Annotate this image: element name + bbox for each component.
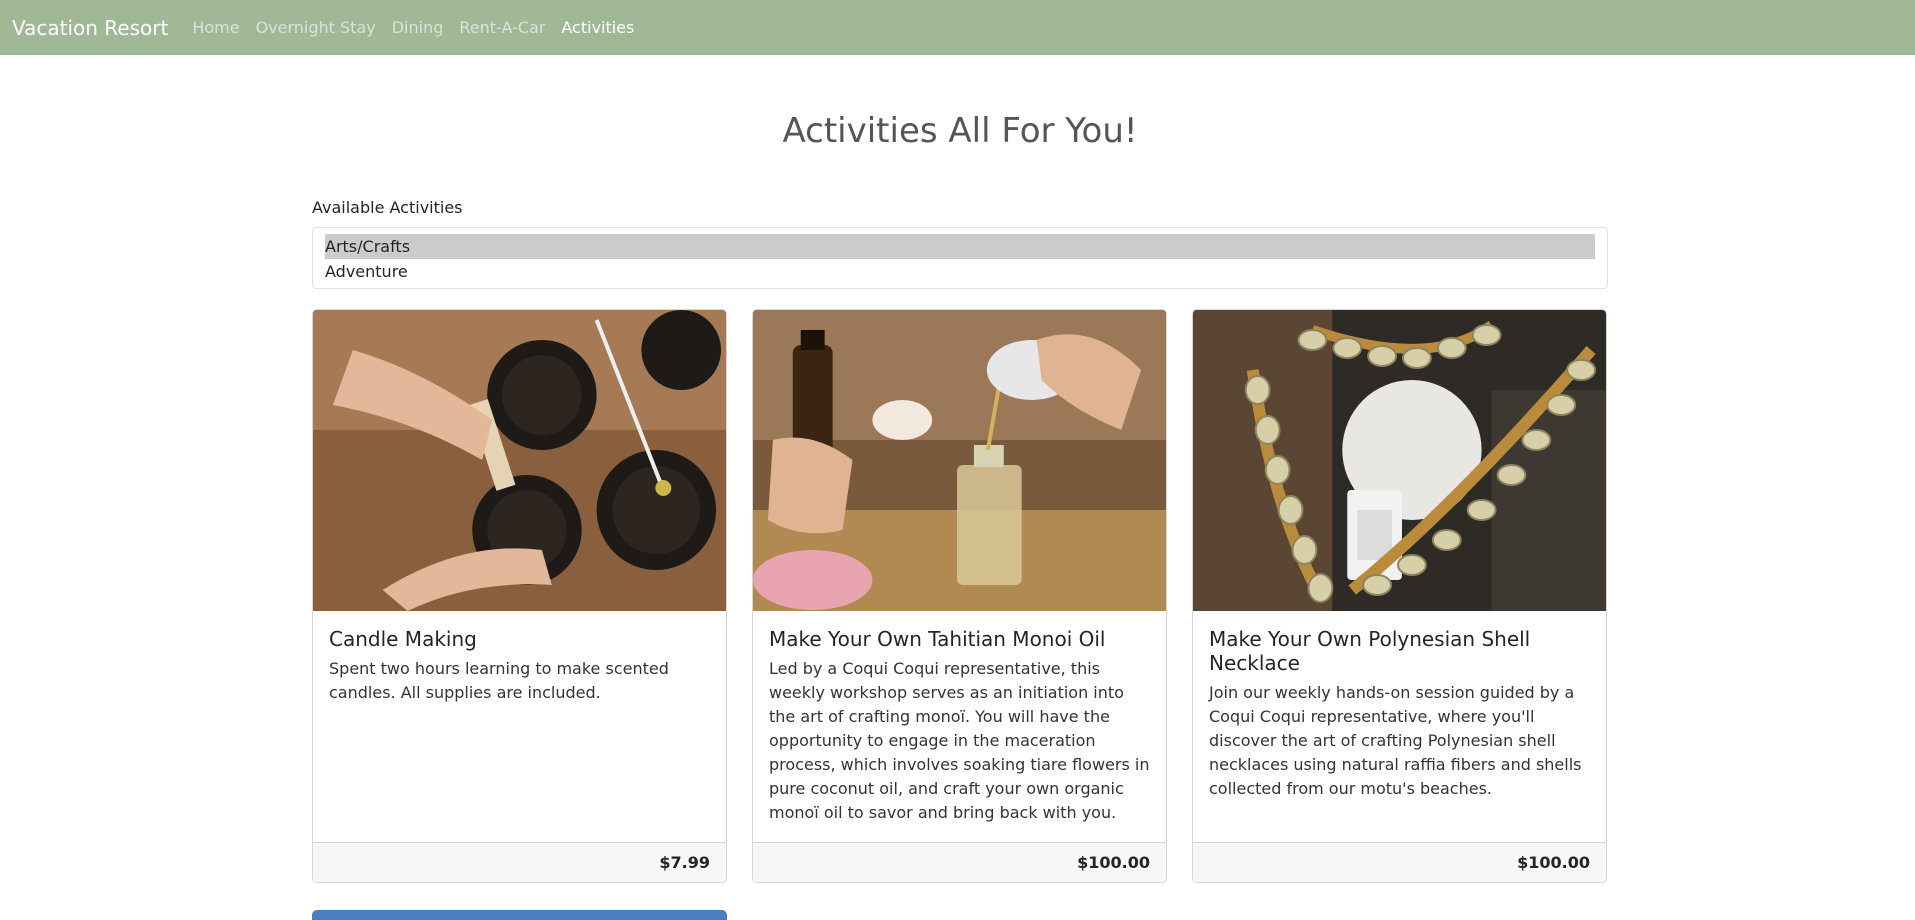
card-body: Make Your Own Polynesian Shell Necklace … <box>1193 611 1606 817</box>
activity-card[interactable]: Make Your Own Tahitian Monoi Oil Led by … <box>752 309 1167 883</box>
select-option-adventure[interactable]: Adventure <box>325 259 1595 284</box>
nav-link-activities[interactable]: Activities <box>561 18 634 37</box>
card-price: $7.99 <box>313 842 726 882</box>
candle-making-image <box>313 310 726 611</box>
brand-link[interactable]: Vacation Resort <box>12 16 168 40</box>
card-description: Spent two hours learning to make scented… <box>329 659 669 702</box>
nav-link-overnight-stay[interactable]: Overnight Stay <box>256 18 376 37</box>
card-description: Join our weekly hands-on session guided … <box>1209 683 1582 798</box>
nav-link-home[interactable]: Home <box>192 18 239 37</box>
card-description: Led by a Coqui Coqui representative, thi… <box>769 659 1150 822</box>
main-container: Activities All For You! Available Activi… <box>312 55 1608 920</box>
card-body: Candle Making Spent two hours learning t… <box>313 611 726 721</box>
card-title: Candle Making <box>329 627 477 651</box>
activities-select-label: Available Activities <box>312 198 463 217</box>
activity-cards: Candle Making Spent two hours learning t… <box>312 309 1608 883</box>
card-title: Make Your Own Polynesian Shell Necklace <box>1209 627 1531 675</box>
nav-link-dining[interactable]: Dining <box>392 18 444 37</box>
monoi-oil-image <box>753 310 1166 611</box>
nav-link-rent-a-car[interactable]: Rent-A-Car <box>459 18 545 37</box>
select-option-arts-crafts[interactable]: Arts/Crafts <box>325 234 1595 259</box>
card-body: Make Your Own Tahitian Monoi Oil Led by … <box>753 611 1166 841</box>
activity-card[interactable]: Make Your Own Polynesian Shell Necklace … <box>1192 309 1607 883</box>
card-title: Make Your Own Tahitian Monoi Oil <box>769 627 1106 651</box>
card-price: $100.00 <box>1193 842 1606 882</box>
activity-card[interactable]: Candle Making Spent two hours learning t… <box>312 309 727 883</box>
shell-necklace-image <box>1193 310 1606 611</box>
page-title: Activities All For You! <box>782 111 1138 151</box>
card-price: $100.00 <box>753 842 1166 882</box>
navbar: Vacation Resort Home Overnight Stay Dini… <box>0 0 1915 55</box>
next-card-image-peek <box>312 910 727 920</box>
activities-select[interactable]: Arts/Crafts Adventure <box>312 227 1608 289</box>
